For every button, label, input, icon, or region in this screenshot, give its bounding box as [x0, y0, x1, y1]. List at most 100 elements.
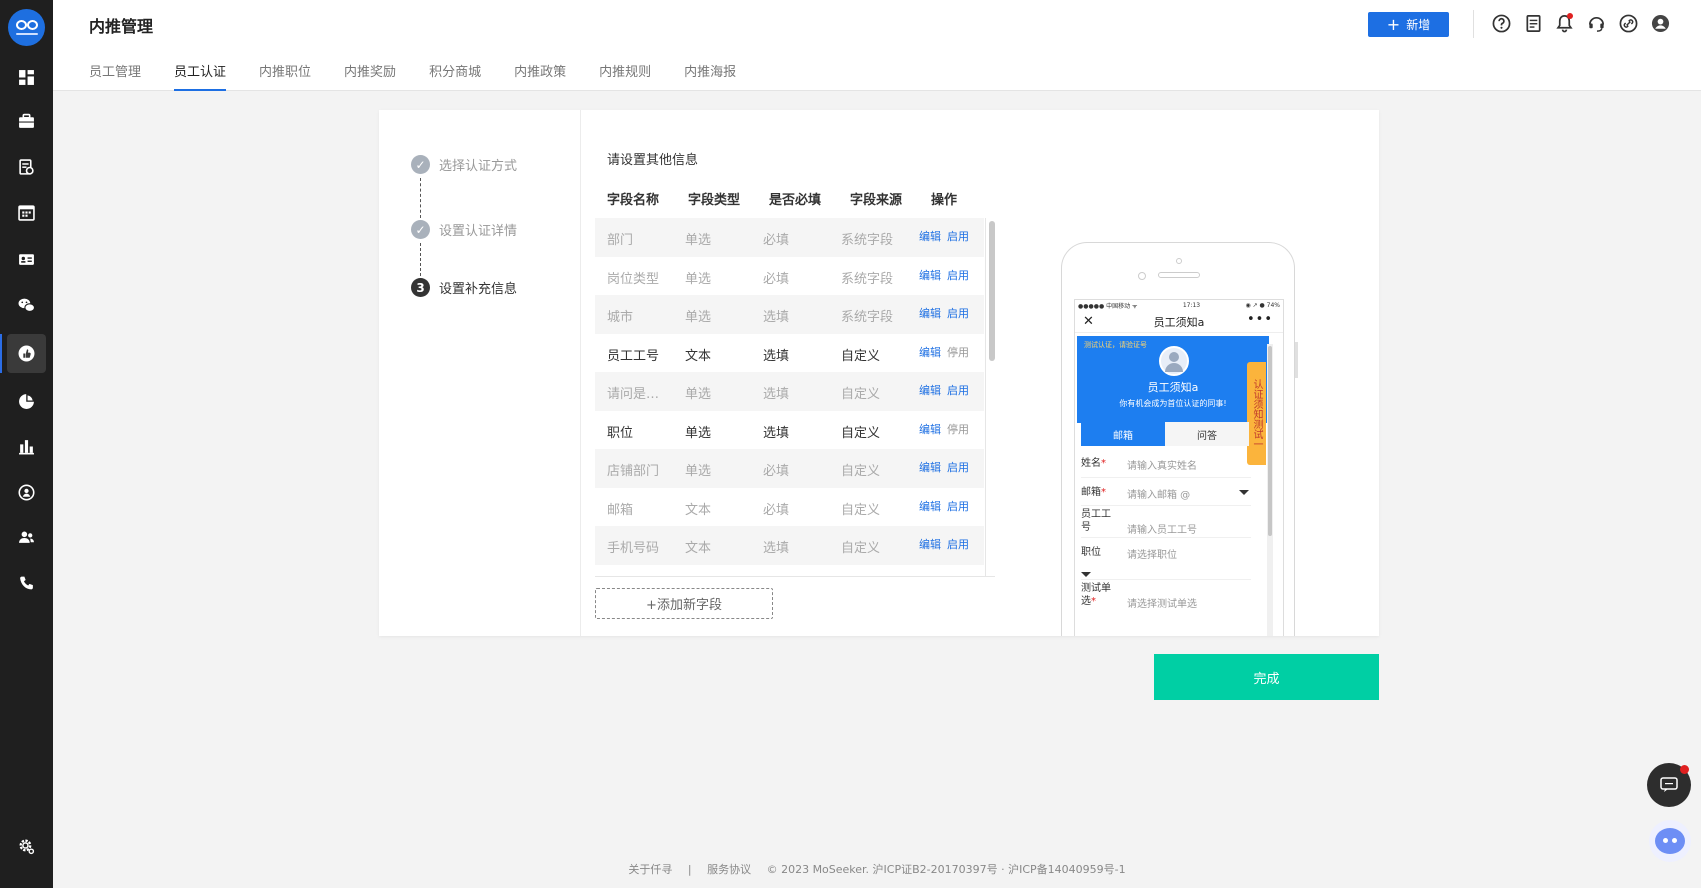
mobile-preview: ●●●●● 中国移动 ᯤ 17:13 ◉ ↗ ● 74% ✕ 员工须知a •••…: [1061, 242, 1295, 636]
link-icon[interactable]: [1617, 12, 1639, 34]
disable-link[interactable]: 停用: [947, 344, 969, 360]
edit-link[interactable]: 编辑: [919, 305, 941, 321]
preview-field-test-select[interactable]: 测试单选* 请选择测试单选: [1081, 580, 1251, 612]
bar-chart-icon[interactable]: [7, 427, 46, 466]
preview-field-email[interactable]: 邮箱* 请输入邮箱 @: [1081, 478, 1251, 506]
enable-link[interactable]: 启用: [947, 267, 969, 283]
about-link[interactable]: 关于仟寻: [628, 863, 672, 876]
chat-button[interactable]: [1647, 763, 1691, 807]
plus-icon: +: [1386, 14, 1401, 34]
step-2-label: 设置认证详情: [439, 224, 518, 239]
tab-referral-rewards[interactable]: 内推奖励: [344, 55, 396, 91]
person-circle-icon[interactable]: [7, 473, 46, 512]
field-placeholder: 请选择职位: [1127, 550, 1177, 561]
cell-source: 自定义: [841, 464, 881, 479]
document-icon[interactable]: [1522, 12, 1544, 34]
close-icon[interactable]: ✕: [1083, 314, 1094, 329]
more-icon[interactable]: •••: [1247, 312, 1273, 327]
edit-link[interactable]: 编辑: [919, 421, 941, 437]
edit-link[interactable]: 编辑: [919, 536, 941, 552]
users-icon[interactable]: [7, 518, 46, 557]
segment-qa[interactable]: 问答: [1165, 422, 1249, 446]
tab-employee-management[interactable]: 员工管理: [89, 55, 141, 91]
resume-search-icon[interactable]: [7, 148, 46, 187]
field-placeholder: 请输入真实姓名: [1127, 461, 1197, 472]
logo[interactable]: [8, 9, 45, 46]
phone-screen: ●●●●● 中国移动 ᯤ 17:13 ◉ ↗ ● 74% ✕ 员工须知a •••…: [1074, 299, 1284, 636]
help-icon[interactable]: [1490, 12, 1512, 34]
cell-name: 部门: [607, 233, 634, 248]
notification-bell-icon[interactable]: [1553, 12, 1575, 34]
edit-link[interactable]: 编辑: [919, 344, 941, 360]
cell-required: 选填: [763, 541, 790, 556]
enable-link[interactable]: 启用: [947, 536, 969, 552]
table-scrollbar[interactable]: [985, 218, 996, 576]
tab-referral-posters[interactable]: 内推海报: [684, 55, 736, 91]
chevron-down-icon[interactable]: [1239, 490, 1249, 495]
step-1: ✓ 选择认证方式: [411, 155, 517, 174]
briefcase-icon[interactable]: [7, 102, 46, 141]
preview-nav-title: 员工须知a: [1153, 315, 1205, 329]
chevron-down-icon[interactable]: [1081, 572, 1091, 577]
preview-field-name[interactable]: 姓名* 请输入真实姓名: [1081, 450, 1251, 478]
banner-name: 员工须知a: [1147, 381, 1199, 394]
cell-required: 选填: [763, 387, 790, 402]
pie-chart-icon[interactable]: [7, 382, 46, 421]
step-3: 3 设置补充信息: [411, 278, 517, 297]
edit-link[interactable]: 编辑: [919, 382, 941, 398]
cell-type: 单选: [685, 233, 712, 248]
segment-email[interactable]: 邮箱: [1081, 422, 1165, 446]
tab-points-mall[interactable]: 积分商城: [429, 55, 481, 91]
preview-field-employee-id[interactable]: 员工工号 请输入员工工号: [1081, 506, 1251, 538]
enable-link[interactable]: 启用: [947, 228, 969, 244]
table-row: 职位 单选 选填 自定义 编辑 停用: [595, 411, 984, 450]
avatar-icon: [1159, 346, 1189, 376]
user-avatar-icon[interactable]: [1649, 12, 1671, 34]
robot-icon: [1655, 828, 1685, 854]
section-title: 请设置其他信息: [607, 153, 699, 168]
field-placeholder: 请选择测试单选: [1127, 599, 1197, 610]
referral-thumb-icon[interactable]: [0, 334, 46, 373]
wechat-icon[interactable]: [7, 286, 46, 325]
edit-link[interactable]: 编辑: [919, 498, 941, 514]
notification-dot: [1567, 13, 1573, 19]
preview-scrollbar[interactable]: [1267, 344, 1273, 636]
dashboard-icon[interactable]: [7, 58, 46, 97]
step-3-number: 3: [411, 278, 430, 297]
enable-link[interactable]: 启用: [947, 305, 969, 321]
done-button[interactable]: 完成: [1154, 654, 1379, 700]
phone-icon[interactable]: [7, 564, 46, 603]
edit-link[interactable]: 编辑: [919, 459, 941, 475]
tab-referral-policy[interactable]: 内推政策: [514, 55, 566, 91]
edit-link[interactable]: 编辑: [919, 267, 941, 283]
headset-support-icon[interactable]: [1585, 12, 1607, 34]
cell-source: 自定义: [841, 425, 881, 441]
settings-gear-icon[interactable]: [7, 827, 46, 866]
add-button[interactable]: + 新增: [1368, 12, 1449, 37]
enable-link[interactable]: 启用: [947, 498, 969, 514]
preview-field-position[interactable]: 职位 请选择职位: [1081, 538, 1251, 580]
column-header-name: 字段名称: [607, 193, 660, 208]
tab-referral-rules[interactable]: 内推规则: [599, 55, 651, 91]
terms-link[interactable]: 服务协议: [707, 863, 751, 876]
assistant-bot-button[interactable]: [1649, 820, 1691, 862]
tab-employee-verification[interactable]: 员工认证: [174, 55, 227, 91]
phone-camera: [1138, 272, 1146, 280]
add-field-button[interactable]: +添加新字段: [595, 588, 773, 619]
step-connector: [420, 243, 421, 276]
table-scrollbar-thumb[interactable]: [989, 221, 995, 361]
tab-referral-positions[interactable]: 内推职位: [259, 55, 311, 91]
enable-link[interactable]: 启用: [947, 459, 969, 475]
field-placeholder: 请输入邮箱 @: [1127, 490, 1191, 501]
calendar-icon[interactable]: [7, 193, 46, 232]
banner-subtitle: 你有机会成为首位认证的同事!: [1119, 399, 1227, 408]
cell-required: 选填: [763, 348, 790, 364]
table-row: 手机号码 文本 选填 自定义 编辑 启用: [595, 526, 984, 565]
disable-link[interactable]: 停用: [947, 421, 969, 437]
phone-mic: [1176, 258, 1182, 264]
enable-link[interactable]: 启用: [947, 382, 969, 398]
id-card-icon[interactable]: [7, 240, 46, 279]
edit-link[interactable]: 编辑: [919, 228, 941, 244]
table-row: 城市 单选 选填 系统字段 编辑 启用: [595, 295, 984, 334]
step-2: ✓ 设置认证详情: [411, 220, 517, 239]
